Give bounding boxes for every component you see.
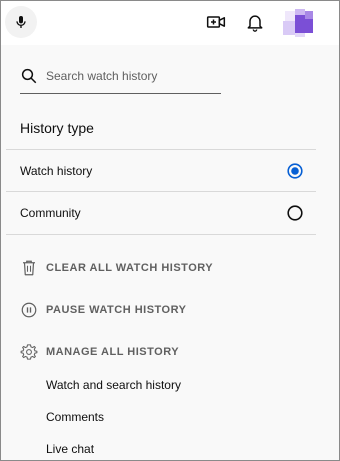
clear-all-watch-history-button[interactable]: CLEAR ALL WATCH HISTORY xyxy=(20,255,300,281)
radio-label: Community xyxy=(20,206,81,220)
history-panel: History type Watch history Community xyxy=(1,45,317,460)
app-frame: History type Watch history Community xyxy=(0,0,340,461)
action-label: MANAGE ALL HISTORY xyxy=(46,346,180,358)
notifications-button[interactable] xyxy=(244,11,266,33)
history-type-heading: History type xyxy=(20,120,94,136)
divider xyxy=(6,234,316,235)
top-bar xyxy=(1,1,339,45)
radio-selected-icon[interactable] xyxy=(287,163,303,179)
manage-all-history-button[interactable]: MANAGE ALL HISTORY xyxy=(20,339,300,365)
avatar[interactable] xyxy=(281,7,319,39)
radio-label: Watch history xyxy=(20,164,93,178)
search-history-box[interactable] xyxy=(20,64,221,94)
pause-watch-history-button[interactable]: PAUSE WATCH HISTORY xyxy=(20,297,300,323)
bell-icon xyxy=(247,15,263,32)
search-input[interactable] xyxy=(46,65,218,87)
radio-option-community[interactable]: Community xyxy=(6,192,316,234)
microphone-icon xyxy=(16,16,26,28)
radio-unselected-icon[interactable] xyxy=(287,205,303,221)
action-label: CLEAR ALL WATCH HISTORY xyxy=(46,262,214,274)
watch-and-search-history-link[interactable]: Watch and search history xyxy=(46,378,181,392)
gear-icon xyxy=(20,344,38,360)
create-button[interactable] xyxy=(205,11,227,33)
trash-icon xyxy=(23,260,35,276)
avatar-image xyxy=(283,9,313,37)
action-label: PAUSE WATCH HISTORY xyxy=(46,304,187,316)
comments-link[interactable]: Comments xyxy=(46,410,104,424)
live-chat-link[interactable]: Live chat xyxy=(46,442,94,456)
video-create-icon xyxy=(206,16,226,28)
search-icon xyxy=(21,68,37,84)
radio-option-watch-history[interactable]: Watch history xyxy=(6,150,316,192)
voice-search-button[interactable] xyxy=(5,6,37,38)
pause-circle-icon xyxy=(21,302,37,318)
